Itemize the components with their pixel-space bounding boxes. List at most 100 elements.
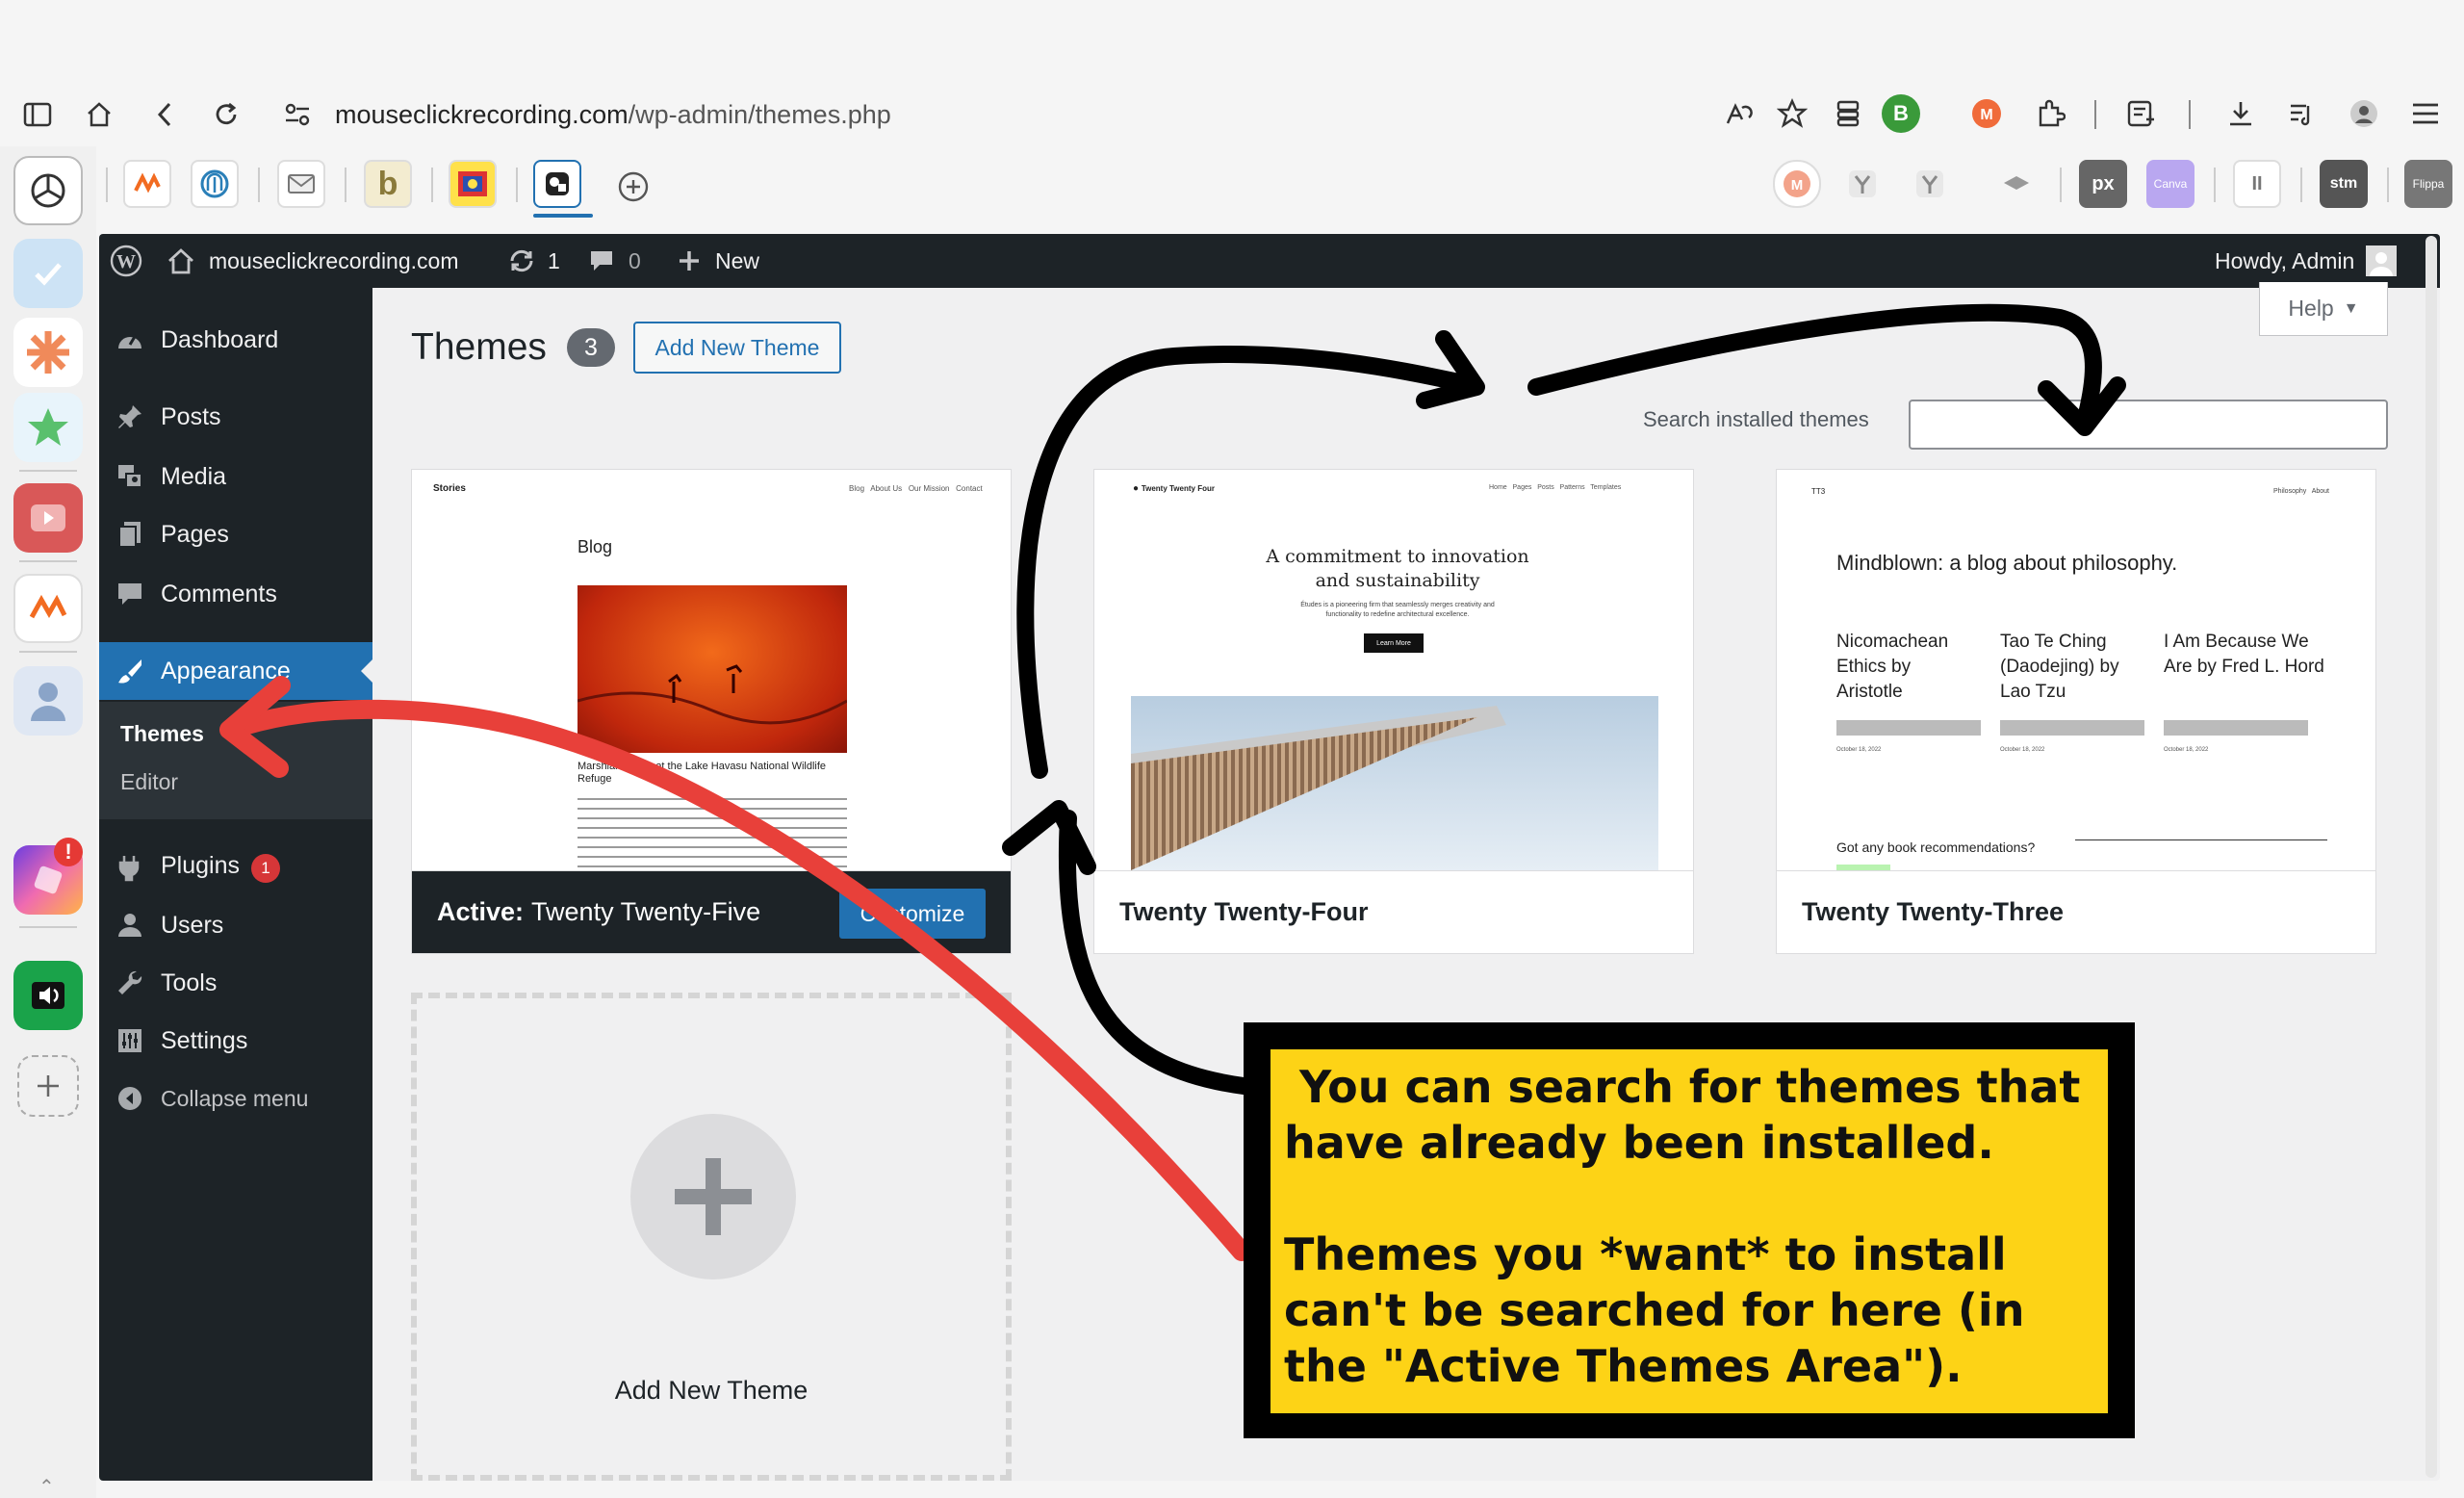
ext-y2-icon[interactable] xyxy=(1906,160,1954,208)
theme-screenshot[interactable]: ● Twenty Twenty Four Home Pages Posts Pa… xyxy=(1094,470,1693,870)
reload-icon[interactable] xyxy=(206,94,246,135)
downloads-icon[interactable] xyxy=(2221,94,2260,133)
add-new-theme-button[interactable]: Add New Theme xyxy=(633,322,841,374)
site-name-link[interactable]: mouseclickrecording.com xyxy=(167,234,458,288)
dock-add-icon[interactable] xyxy=(17,1055,79,1117)
menu-media[interactable]: Media xyxy=(99,448,372,505)
ext-canva-icon[interactable]: Canva xyxy=(2146,160,2194,208)
sidebar-toggle-icon[interactable] xyxy=(17,94,58,135)
new-content-link[interactable]: New xyxy=(677,234,759,288)
shot-subtext: Études is a pioneering firm that seamles… xyxy=(1300,602,1495,618)
dock-alert-badge: ! xyxy=(54,838,83,866)
dock-collapse-chevron-icon[interactable]: ⌃ xyxy=(38,1475,55,1498)
profile-avatar[interactable]: B xyxy=(1882,94,1920,133)
address-bar[interactable]: mouseclickrecording.com/wp-admin/themes.… xyxy=(271,85,1715,144)
users-icon xyxy=(115,910,145,941)
home-icon[interactable] xyxy=(79,94,119,135)
dock-speaker-icon[interactable] xyxy=(13,961,83,1030)
submenu-editor[interactable]: Editor xyxy=(120,769,178,795)
pushpin-icon xyxy=(115,401,145,432)
ext-px-icon[interactable]: px xyxy=(2079,160,2127,208)
bookmark-star-icon[interactable] xyxy=(1773,94,1811,133)
menu-comments[interactable]: Comments xyxy=(99,565,372,623)
menu-pages[interactable]: Pages xyxy=(99,505,372,563)
add-new-theme-card[interactable]: Add New Theme xyxy=(411,993,1012,1481)
updates-link[interactable]: 1 xyxy=(507,234,560,288)
menu-label: Users xyxy=(161,911,224,939)
dock-namecheap-icon[interactable] xyxy=(13,574,83,643)
active-theme-footer: Active: Twenty Twenty-Five Customize xyxy=(412,870,1011,953)
help-tab-button[interactable]: Help ▼ xyxy=(2259,282,2388,336)
menu-dashboard[interactable]: Dashboard xyxy=(99,311,372,369)
media-control-icon[interactable] xyxy=(2283,94,2322,133)
dock-chatgpt-icon[interactable] xyxy=(13,156,83,225)
avatar xyxy=(2366,245,2398,276)
ext-stm-icon[interactable]: stm xyxy=(2320,160,2368,208)
site-settings-icon[interactable] xyxy=(283,100,312,134)
menu-icon[interactable] xyxy=(2406,94,2445,133)
new-tab-icon[interactable] xyxy=(614,168,653,206)
dock-asterisk-icon[interactable] xyxy=(13,318,83,387)
menu-label: Posts xyxy=(161,402,221,430)
theme-card-twenty-twenty-three[interactable]: TT3 Philosophy About Mindblown: a blog a… xyxy=(1776,469,2376,954)
tab-app-icon[interactable] xyxy=(191,160,239,208)
comments-link[interactable]: 0 xyxy=(588,234,641,288)
media-icon xyxy=(115,461,145,492)
shot-hero-image xyxy=(577,585,848,753)
page-scrollbar[interactable] xyxy=(2426,236,2437,1478)
ext-y-icon[interactable] xyxy=(1838,160,1886,208)
submenu-themes[interactable]: Themes xyxy=(120,721,204,747)
tab-mail-icon[interactable] xyxy=(277,160,325,208)
reader-icon[interactable] xyxy=(1719,94,1758,133)
ext-pause-icon[interactable]: II xyxy=(2233,160,2281,208)
extensions-puzzle-icon[interactable] xyxy=(2031,94,2069,133)
theme-footer: Twenty Twenty-Four xyxy=(1094,870,1693,953)
theme-card-twenty-twenty-five[interactable]: Stories Blog About Us Our Mission Contac… xyxy=(411,469,1012,954)
collections-icon[interactable] xyxy=(1829,94,1867,133)
back-icon[interactable] xyxy=(144,94,185,135)
wrench-icon xyxy=(115,968,145,998)
menu-settings[interactable]: Settings xyxy=(99,1012,372,1070)
menu-collapse[interactable]: Collapse menu xyxy=(99,1070,372,1127)
profile-initial: B xyxy=(1893,101,1909,125)
appearance-submenu: Themes Editor xyxy=(99,702,372,819)
menu-label: Tools xyxy=(161,969,218,996)
reading-list-icon[interactable] xyxy=(2121,94,2160,133)
menu-label: Pages xyxy=(161,520,229,548)
tab-active-recorder-icon[interactable] xyxy=(533,160,581,208)
menu-tools[interactable]: Tools xyxy=(99,954,372,1012)
menu-posts[interactable]: Posts xyxy=(99,388,372,446)
theme-screenshot[interactable]: Stories Blog About Us Our Mission Contac… xyxy=(412,470,1011,870)
admin-bar: W mouseclickrecording.com 1 0 New Howdy,… xyxy=(99,234,2440,288)
add-theme-plus-circle xyxy=(630,1114,796,1279)
url-path: /wp-admin/themes.php xyxy=(628,99,891,129)
dock-star-icon[interactable] xyxy=(13,393,83,462)
theme-card-twenty-twenty-four[interactable]: ● Twenty Twenty Four Home Pages Posts Pa… xyxy=(1093,469,1694,954)
tab-namecheap-icon[interactable] xyxy=(123,160,171,208)
shot-post-1: Nicomachean Ethics by Aristotle xyxy=(1836,632,1949,702)
customize-button[interactable]: Customize xyxy=(839,889,986,939)
active-pointer xyxy=(361,659,372,683)
menu-appearance[interactable]: Appearance xyxy=(99,642,372,700)
my-account-link[interactable]: Howdy, Admin xyxy=(2215,234,2398,288)
plus-icon xyxy=(680,251,699,271)
ext-flippa-icon[interactable]: Flippa xyxy=(2404,160,2452,208)
svg-text:W: W xyxy=(116,251,136,272)
dock-person-icon[interactable] xyxy=(13,666,83,736)
menu-plugins[interactable]: Plugins 1 xyxy=(99,839,372,896)
theme-name: Twenty Twenty-Four xyxy=(1119,897,1369,926)
search-installed-themes-input[interactable] xyxy=(1909,400,2388,450)
dock-video-icon[interactable] xyxy=(13,483,83,553)
tab-b-icon[interactable]: b xyxy=(364,160,412,208)
tab-comic-icon[interactable] xyxy=(449,160,497,208)
dock-check-icon[interactable] xyxy=(13,239,83,308)
ext-m-icon[interactable]: M xyxy=(1773,160,1821,208)
account-icon[interactable] xyxy=(2345,94,2383,133)
ext-layers-icon[interactable] xyxy=(1992,160,2040,208)
help-label: Help xyxy=(2288,296,2334,321)
wp-logo-icon[interactable]: W xyxy=(109,234,143,288)
extension-m-icon[interactable]: M xyxy=(1967,94,2006,133)
menu-users[interactable]: Users xyxy=(99,896,372,954)
menu-label: Media xyxy=(161,462,227,490)
theme-screenshot[interactable]: TT3 Philosophy About Mindblown: a blog a… xyxy=(1777,470,2375,870)
